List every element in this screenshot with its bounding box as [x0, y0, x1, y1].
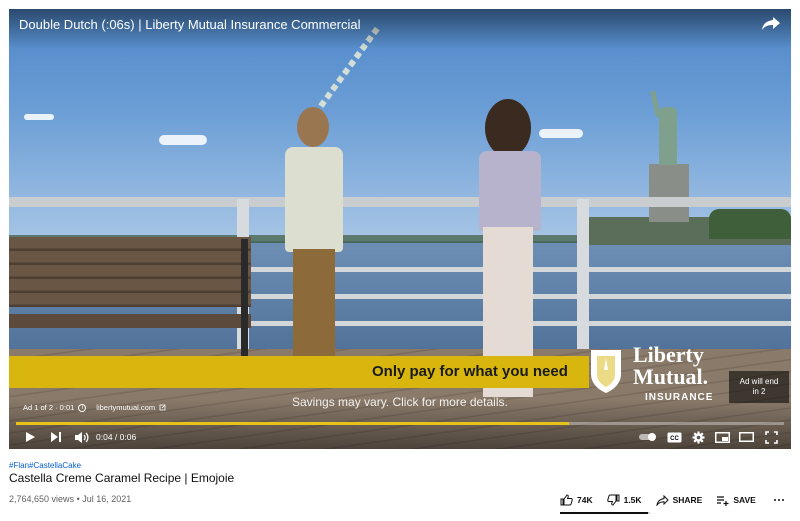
save-playlist-icon	[717, 495, 729, 506]
hashtag-row: #Flan#CastellaCake	[9, 461, 81, 470]
like-count: 74K	[577, 495, 593, 505]
railing-post	[577, 199, 589, 349]
save-button[interactable]: SAVE	[716, 495, 756, 506]
captions-icon: CC	[667, 432, 681, 442]
progress-bar-fill	[16, 422, 569, 425]
info-icon[interactable]: i	[78, 403, 87, 412]
hashtag-link[interactable]: #CastellaCake	[29, 461, 81, 470]
thumbs-down-icon	[606, 494, 620, 506]
liberty-mutual-shield-icon	[591, 350, 621, 393]
railing-top	[9, 197, 791, 207]
view-count: 2,764,650 views	[9, 494, 75, 504]
play-icon	[26, 432, 35, 442]
meta-separator: •	[76, 494, 80, 504]
autoplay-toggle[interactable]	[637, 428, 659, 446]
statue-of-liberty	[659, 107, 677, 165]
settings-icon	[692, 431, 704, 443]
share-icon[interactable]	[761, 15, 781, 31]
ad-end-line2: in 2	[752, 387, 766, 396]
next-button[interactable]	[47, 428, 65, 446]
video-cloud	[159, 135, 207, 145]
like-button[interactable]: 74K	[560, 494, 593, 506]
settings-button[interactable]	[689, 428, 707, 446]
ad-info-row: Ad 1 of 2 · 0:01 i libertymutual.com	[23, 403, 166, 412]
player-video-title[interactable]: Double Dutch (:06s) | Liberty Mutual Ins…	[19, 17, 361, 32]
boy-pants	[293, 249, 335, 357]
time-display: 0:04 / 0:06	[96, 432, 137, 442]
video-trees	[709, 209, 791, 239]
ad-disclaimer[interactable]: Savings may vary. Click for more details…	[292, 395, 508, 409]
video-player[interactable]: Double Dutch (:06s) | Liberty Mutual Ins…	[9, 9, 791, 449]
ad-tagline: Only pay for what you need	[372, 363, 568, 380]
more-actions-icon[interactable]	[773, 494, 785, 506]
progress-bar[interactable]	[16, 422, 784, 425]
bench-backrest	[9, 237, 251, 307]
like-dislike-ratio-bar	[560, 512, 650, 514]
video-cloud	[539, 129, 583, 138]
share-arrow-icon	[655, 494, 669, 506]
video-title: Castella Creme Caramel Recipe | Emojoie	[9, 471, 235, 485]
ad-counter: Ad 1 of 2 · 0:01	[23, 403, 75, 412]
volume-icon	[74, 431, 89, 443]
statue-pedestal	[649, 164, 689, 222]
video-meta: 2,764,650 views • Jul 16, 2021	[9, 494, 131, 504]
bench-leg	[241, 239, 248, 357]
boy-shirt	[285, 147, 343, 252]
svg-text:CC: CC	[670, 436, 679, 442]
liberty-mutual-logo: Liberty Mutual. INSURANCE	[583, 336, 723, 408]
fullscreen-icon	[764, 430, 778, 444]
save-label: SAVE	[733, 495, 756, 505]
girl-head	[485, 99, 531, 157]
external-link-icon[interactable]	[159, 404, 166, 411]
share-button[interactable]: SHARE	[655, 494, 703, 506]
miniplayer-icon	[714, 431, 730, 443]
thumbs-up-icon	[560, 494, 573, 506]
dislike-button[interactable]: 1.5K	[606, 494, 642, 506]
share-label: SHARE	[672, 495, 703, 505]
boy-head	[297, 107, 329, 147]
play-button[interactable]	[21, 428, 39, 446]
advertiser-link[interactable]: libertymutual.com	[96, 403, 155, 412]
volume-button[interactable]	[71, 428, 91, 446]
miniplayer-button[interactable]	[713, 428, 731, 446]
dislike-count: 1.5K	[623, 495, 642, 505]
fullscreen-button[interactable]	[762, 428, 780, 446]
upload-date: Jul 16, 2021	[82, 494, 132, 504]
next-icon	[51, 432, 61, 442]
autoplay-toggle-icon	[639, 433, 656, 441]
bench-seat	[9, 314, 251, 328]
logo-word-mutual: Mutual.	[633, 364, 709, 389]
hashtag-link[interactable]: #Flan	[9, 461, 29, 470]
like-ratio-fill	[560, 512, 649, 514]
logo-word-liberty: Liberty	[633, 342, 704, 367]
theater-mode-button[interactable]	[737, 428, 755, 446]
ad-end-line1: Ad will end	[739, 377, 779, 386]
theater-icon	[738, 432, 754, 442]
video-cloud	[24, 114, 54, 120]
video-actions: 74K 1.5K SHARE SAVE	[560, 492, 770, 508]
girl-shirt	[479, 151, 541, 231]
captions-button[interactable]: CC	[665, 428, 683, 446]
